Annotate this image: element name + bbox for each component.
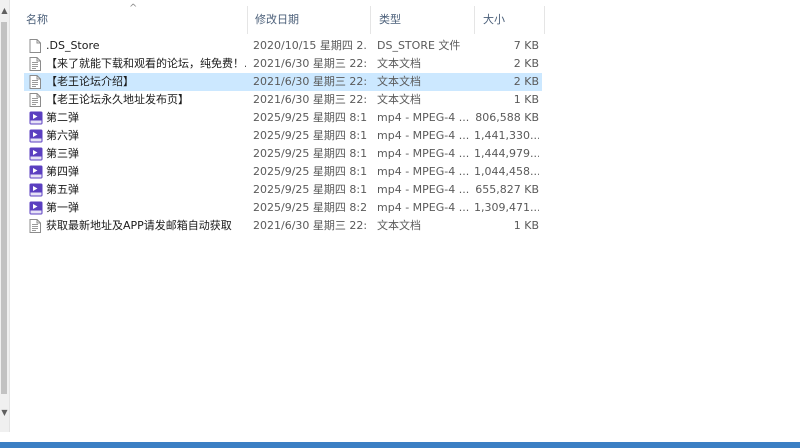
file-row[interactable]: 【老王论坛永久地址发布页】 2021/6/30 星期三 22:... 文本文档 1 K… [24, 91, 542, 109]
file-date: 2025/9/25 星期四 8:19 [253, 111, 367, 124]
column-header-size-label: 大小 [483, 13, 505, 26]
file-row[interactable]: 第二弹 2025/9/25 星期四 8:19 mp4 - MPEG-4 ... 806… [24, 109, 542, 127]
scroll-up-arrow-icon[interactable]: ▲ [0, 4, 9, 18]
file-row[interactable]: .DS_Store 2020/10/15 星期四 2... DS_STORE 文件 7… [24, 37, 542, 55]
column-header-type[interactable]: 类型 [371, 6, 475, 34]
file-size: 1 KB [513, 93, 539, 106]
mp4-video-icon [29, 111, 43, 125]
file-type: mp4 - MPEG-4 ... [377, 129, 469, 142]
text-file-icon [29, 57, 41, 71]
file-size: 655,827 KB [475, 183, 539, 196]
file-date: 2021/6/30 星期三 22:... [253, 75, 367, 88]
file-type: DS_STORE 文件 [377, 39, 461, 52]
file-type: mp4 - MPEG-4 ... [377, 147, 469, 160]
file-name: 第六弹 [46, 129, 79, 142]
file-name: 第三弹 [46, 147, 79, 160]
file-row[interactable]: 第一弹 2025/9/25 星期四 8:20 mp4 - MPEG-4 ... 1,3… [24, 199, 542, 217]
file-size: 1,441,330... [474, 129, 539, 142]
file-size: 806,588 KB [475, 111, 539, 124]
column-header-date-label: 修改日期 [255, 13, 299, 26]
file-type: mp4 - MPEG-4 ... [377, 201, 469, 214]
column-header-name[interactable]: ^ 名称 [18, 3, 248, 34]
file-type: mp4 - MPEG-4 ... [377, 183, 469, 196]
mp4-video-icon [29, 201, 43, 215]
file-size: 1 KB [513, 219, 539, 232]
file-type: mp4 - MPEG-4 ... [377, 165, 469, 178]
file-row[interactable]: 第三弹 2025/9/25 星期四 8:19 mp4 - MPEG-4 ... 1,4… [24, 145, 542, 163]
vertical-scrollbar[interactable]: ▲ ▼ [0, 0, 10, 432]
file-type: 文本文档 [377, 219, 421, 232]
file-size: 1,309,471... [474, 201, 539, 214]
file-type: 文本文档 [377, 75, 421, 88]
file-name: .DS_Store [46, 39, 100, 52]
file-size: 1,444,979... [474, 147, 539, 160]
file-date: 2021/6/30 星期三 22:... [253, 93, 367, 106]
file-size: 2 KB [513, 75, 539, 88]
file-date: 2025/9/25 星期四 8:18 [253, 183, 367, 196]
file-name: 【老王论坛介绍】 [46, 75, 134, 88]
blank-file-icon [29, 39, 41, 53]
column-header-type-label: 类型 [379, 13, 401, 26]
file-name: 第五弹 [46, 183, 79, 196]
file-row[interactable]: 【老王论坛介绍】 2021/6/30 星期三 22:... 文本文档 2 KB [24, 73, 542, 91]
file-type: 文本文档 [377, 93, 421, 106]
file-date: 2025/9/25 星期四 8:18 [253, 129, 367, 142]
file-date: 2025/9/25 星期四 8:19 [253, 147, 367, 160]
file-date: 2021/6/30 星期三 22:... [253, 219, 367, 232]
file-date: 2025/9/25 星期四 8:19 [253, 165, 367, 178]
text-file-icon [29, 75, 41, 89]
file-date: 2020/10/15 星期四 2... [253, 39, 367, 52]
file-size: 1,044,458... [474, 165, 539, 178]
file-name: 获取最新地址及APP请发邮箱自动获取 [46, 219, 232, 232]
text-file-icon [29, 219, 41, 233]
file-date: 2021/6/30 星期三 22:... [253, 57, 367, 70]
file-name: 第二弹 [46, 111, 79, 124]
file-name: 第四弹 [46, 165, 79, 178]
column-header-bar: ^ 名称 修改日期 类型 大小 [18, 3, 548, 34]
file-row[interactable]: 第四弹 2025/9/25 星期四 8:19 mp4 - MPEG-4 ... 1,0… [24, 163, 542, 181]
file-row[interactable]: 第六弹 2025/9/25 星期四 8:18 mp4 - MPEG-4 ... 1,4… [24, 127, 542, 145]
file-name: 【来了就能下载和观看的论坛，纯免费！... [46, 57, 246, 70]
file-name: 第一弹 [46, 201, 79, 214]
column-header-size[interactable]: 大小 [475, 6, 545, 34]
file-name: 【老王论坛永久地址发布页】 [46, 93, 189, 106]
file-type: 文本文档 [377, 57, 421, 70]
mp4-video-icon [29, 183, 43, 197]
file-date: 2025/9/25 星期四 8:20 [253, 201, 367, 214]
file-row[interactable]: 获取最新地址及APP请发邮箱自动获取 2021/6/30 星期三 22:... 文本… [24, 217, 542, 235]
file-row[interactable]: 第五弹 2025/9/25 星期四 8:18 mp4 - MPEG-4 ... 655… [24, 181, 542, 199]
scrollbar-thumb[interactable] [1, 22, 7, 394]
file-row[interactable]: 【来了就能下载和观看的论坛，纯免费！... 2021/6/30 星期三 22:..… [24, 55, 542, 73]
sort-ascending-icon: ^ [129, 3, 138, 14]
mp4-video-icon [29, 147, 43, 161]
file-size: 2 KB [513, 57, 539, 70]
file-size: 7 KB [513, 39, 539, 52]
column-header-name-label: 名称 [26, 13, 48, 26]
text-file-icon [29, 93, 41, 107]
taskbar [0, 442, 800, 448]
column-header-date[interactable]: 修改日期 [247, 6, 371, 34]
mp4-video-icon [29, 129, 43, 143]
scroll-down-arrow-icon[interactable]: ▼ [0, 406, 9, 420]
mp4-video-icon [29, 165, 43, 179]
file-type: mp4 - MPEG-4 ... [377, 111, 469, 124]
